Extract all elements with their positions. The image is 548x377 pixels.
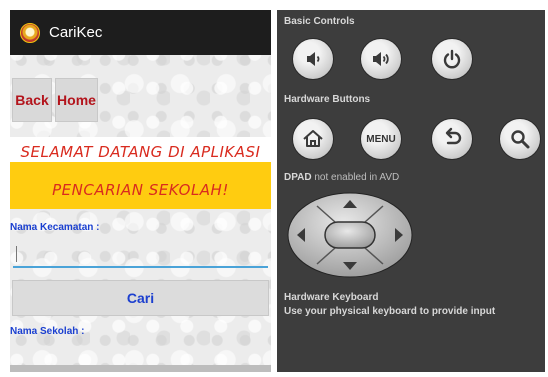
basic-controls-title: Basic Controls	[284, 16, 355, 27]
banner-line-app-name: PENCARIAN SEKOLAH!	[52, 181, 229, 199]
kecamatan-label: Nama Kecamatan :	[10, 222, 100, 233]
dpad-title: DPAD not enabled in AVD	[284, 172, 399, 183]
power-icon	[443, 49, 461, 69]
hardware-back-button[interactable]	[431, 118, 473, 160]
hardware-menu-button[interactable]: MENU	[360, 118, 402, 160]
volume-up-icon	[373, 52, 389, 66]
volume-down-icon	[307, 52, 320, 66]
power-button[interactable]	[431, 38, 473, 80]
hardware-search-button[interactable]	[499, 118, 541, 160]
app-title: CariKec	[49, 24, 103, 41]
text-cursor	[16, 246, 17, 262]
menu-label: MENU	[366, 133, 396, 145]
kecamatan-input[interactable]	[13, 240, 268, 268]
volume-down-button[interactable]	[292, 38, 334, 80]
back-button[interactable]: Back	[12, 78, 52, 122]
action-bar: CariKec	[10, 10, 271, 55]
volume-up-button[interactable]	[360, 38, 402, 80]
home-button[interactable]: Home	[55, 78, 98, 122]
dpad-status: not enabled in AVD	[311, 172, 400, 183]
hardware-keyboard-title: Hardware Keyboard	[284, 292, 379, 303]
hardware-keyboard-description: Use your physical keyboard to provide in…	[284, 306, 496, 317]
dpad-icon[interactable]	[287, 192, 413, 278]
app-screen: CariKec Back Home SELAMAT DATANG DI APLI…	[10, 10, 271, 372]
hardware-buttons-title: Hardware Buttons	[284, 94, 371, 105]
search-button[interactable]: Cari	[12, 280, 269, 316]
hardware-home-button[interactable]	[292, 118, 334, 160]
back-arrow-icon	[445, 127, 462, 145]
sekolah-label: Nama Sekolah :	[10, 326, 85, 337]
banner-line-welcome: SELAMAT DATANG DI APLIKASI	[20, 143, 261, 161]
search-icon	[511, 130, 530, 149]
list-area	[10, 365, 271, 372]
emulator-controls-panel: Basic Controls Hardware Buttons MENU DPA…	[277, 10, 545, 372]
welcome-banner: SELAMAT DATANG DI APLIKASI PENCARIAN SEK…	[10, 137, 271, 209]
dpad-label: DPAD	[284, 172, 312, 183]
app-logo-icon	[20, 22, 40, 43]
home-icon	[303, 130, 323, 147]
